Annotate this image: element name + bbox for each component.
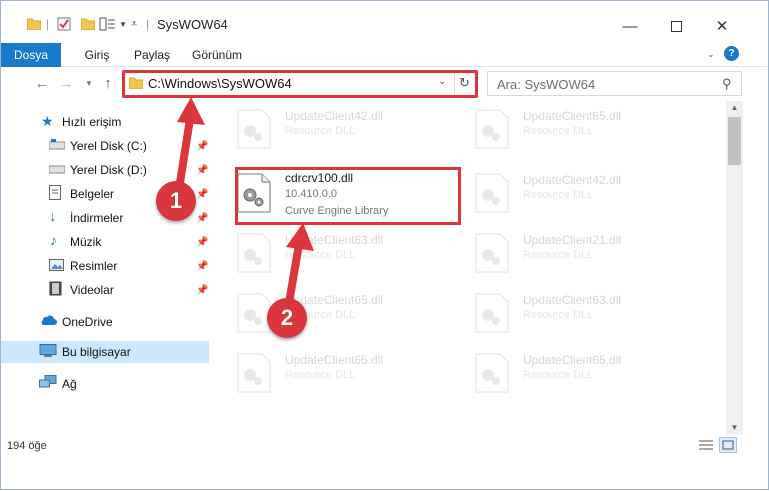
arrow-to-file <box>285 223 314 307</box>
step-2-badge: 2 <box>267 298 307 338</box>
annotation-arrows <box>175 97 314 307</box>
step-1-badge: 1 <box>156 181 196 221</box>
arrow-to-address <box>175 97 205 193</box>
explorer-window: | ▼ ⩡ | SysWOW64 — ✕ Dosya Giriş Paylaş … <box>0 0 769 490</box>
